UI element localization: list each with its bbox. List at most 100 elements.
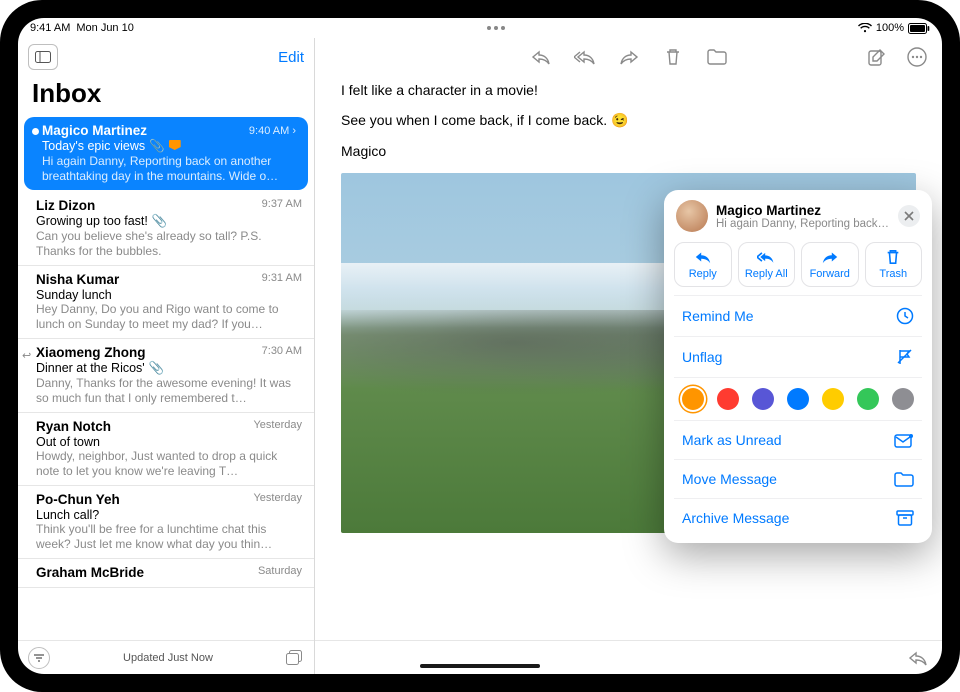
mail-time: 9:37 AM [262, 198, 302, 213]
reply-button[interactable]: Reply [674, 242, 732, 287]
status-bar: 9:41 AM Mon Jun 10 100% [18, 18, 942, 38]
forward-button[interactable]: Forward [801, 242, 859, 287]
flag-color-swatch[interactable] [822, 388, 844, 410]
mail-preview: Can you believe she's already so tall? P… [36, 229, 302, 259]
sync-status: Updated Just Now [123, 652, 213, 664]
multitask-dots-icon[interactable] [487, 26, 505, 30]
mail-sender: Xiaomeng Zhong [36, 345, 146, 360]
mail-sender: Po-Chun Yeh [36, 492, 120, 507]
flag-slash-icon [896, 348, 914, 366]
avatar [676, 200, 708, 232]
reply-label: Reply [689, 268, 717, 280]
clock-icon [896, 307, 914, 325]
flag-color-swatch[interactable] [892, 388, 914, 410]
flag-color-swatch[interactable] [787, 388, 809, 410]
reader-toolbar [315, 38, 942, 76]
flag-color-swatch[interactable] [857, 388, 879, 410]
body-line: I felt like a character in a movie! [341, 82, 916, 98]
reader-pane: I felt like a character in a movie! See … [315, 38, 942, 674]
unread-dot-icon [32, 128, 39, 135]
remind-me-row[interactable]: Remind Me [674, 295, 922, 336]
archive-message-label: Archive Message [682, 510, 789, 526]
inbox-title: Inbox [18, 76, 314, 115]
edit-button[interactable]: Edit [278, 49, 304, 66]
mail-subject: Growing up too fast!📎 [36, 214, 302, 229]
popover-sender: Magico Martinez [716, 203, 890, 218]
reply-footer-icon[interactable] [908, 650, 928, 666]
mail-item[interactable]: Magico Martinez 9:40 AM ›Today's epic vie… [24, 117, 308, 190]
flag-color-swatch[interactable] [682, 388, 704, 410]
archive-box-icon [896, 510, 914, 526]
close-icon[interactable] [898, 205, 920, 227]
mail-time: Yesterday [253, 419, 302, 434]
mailboxes-icon[interactable] [286, 650, 304, 666]
mail-subject: Sunday lunch [36, 288, 302, 302]
forward-icon[interactable] [618, 46, 640, 68]
mail-item[interactable]: Ryan Notch YesterdayOut of townHowdy, nei… [18, 413, 314, 486]
mail-subject: Lunch call? [36, 508, 302, 522]
wifi-icon [858, 23, 872, 33]
mail-sender: Magico Martinez [42, 123, 147, 138]
paperclip-icon: 📎 [152, 214, 168, 228]
sidebar-footer: Updated Just Now [18, 640, 314, 674]
body-line: See you when I come back, if I come back… [341, 112, 916, 129]
mail-item[interactable]: Liz Dizon 9:37 AMGrowing up too fast!📎Can… [18, 192, 314, 266]
battery-percent: 100% [876, 22, 904, 34]
message-actions-popover: Magico Martinez Hi again Danny, Reportin… [664, 190, 932, 543]
flag-color-swatch[interactable] [717, 388, 739, 410]
mail-time: Saturday [258, 565, 302, 580]
mail-sender: Nisha Kumar [36, 272, 119, 287]
mail-preview: Howdy, neighbor, Just wanted to drop a q… [36, 449, 302, 479]
trash-label: Trash [879, 268, 907, 280]
mail-sender: Liz Dizon [36, 198, 95, 213]
popover-preview: Hi again Danny, Reporting back o… [716, 218, 890, 230]
status-time: 9:41 AM [30, 22, 70, 34]
screen: 9:41 AM Mon Jun 10 100% [18, 18, 942, 674]
archive-message-row[interactable]: Archive Message [674, 498, 922, 537]
mail-preview: Danny, Thanks for the awesome evening! I… [36, 376, 302, 406]
reply-icon[interactable] [530, 46, 552, 68]
mail-list: Magico Martinez 9:40 AM ›Today's epic vie… [18, 115, 314, 640]
mail-time: 9:31 AM [262, 272, 302, 287]
mail-sender: Ryan Notch [36, 419, 111, 434]
mail-preview: Think you'll be free for a lunchtime cha… [36, 522, 302, 552]
move-folder-icon[interactable] [706, 46, 728, 68]
home-indicator[interactable] [420, 664, 540, 668]
mail-preview: Hi again Danny, Reporting back on anothe… [42, 154, 296, 184]
mail-item[interactable]: Po-Chun YehYesterdayLunch call?Think you… [18, 486, 314, 559]
trash-icon[interactable] [662, 46, 684, 68]
forward-label: Forward [810, 268, 850, 280]
unflag-label: Unflag [682, 349, 722, 365]
mail-subject: Today's epic views📎 [42, 139, 296, 154]
sidebar-toolbar: Edit [18, 38, 314, 76]
reply-all-icon[interactable] [574, 46, 596, 68]
flag-color-swatch[interactable] [752, 388, 774, 410]
mail-subject: Out of town [36, 435, 302, 449]
sidebar: Edit Inbox Magico Martinez 9:40 AM ›Today… [18, 38, 315, 674]
remind-me-label: Remind Me [682, 308, 754, 324]
flag-icon [169, 140, 181, 150]
mail-item[interactable]: Nisha Kumar 9:31 AMSunday lunchHey Danny,… [18, 266, 314, 339]
replied-icon: ↩ [22, 349, 31, 362]
filter-button[interactable] [28, 647, 50, 669]
body-signature: Magico [341, 143, 916, 159]
mail-time: 7:30 AM [262, 345, 302, 360]
reply-all-button[interactable]: Reply All [738, 242, 796, 287]
mail-item[interactable]: ↩Xiaomeng Zhong7:30 AMDinner at the Rico… [18, 339, 314, 413]
reader-footer [315, 640, 942, 674]
trash-button[interactable]: Trash [865, 242, 923, 287]
mail-sender: Graham McBride [36, 565, 144, 580]
mail-preview: Hey Danny, Do you and Rigo want to come … [36, 302, 302, 332]
status-date: Mon Jun 10 [76, 22, 133, 34]
envelope-badge-icon [894, 433, 914, 448]
mail-time: 9:40 AM › [249, 123, 296, 138]
device-frame: 9:41 AM Mon Jun 10 100% [0, 0, 960, 692]
paperclip-icon: 📎 [149, 139, 165, 153]
sidebar-toggle-icon[interactable] [28, 44, 58, 70]
paperclip-icon: 📎 [149, 361, 165, 375]
unflag-row[interactable]: Unflag [674, 336, 922, 377]
mark-unread-label: Mark as Unread [682, 432, 782, 448]
mark-unread-row[interactable]: Mark as Unread [674, 420, 922, 459]
mail-item[interactable]: Graham McBride Saturday [18, 559, 314, 588]
move-message-row[interactable]: Move Message [674, 459, 922, 498]
